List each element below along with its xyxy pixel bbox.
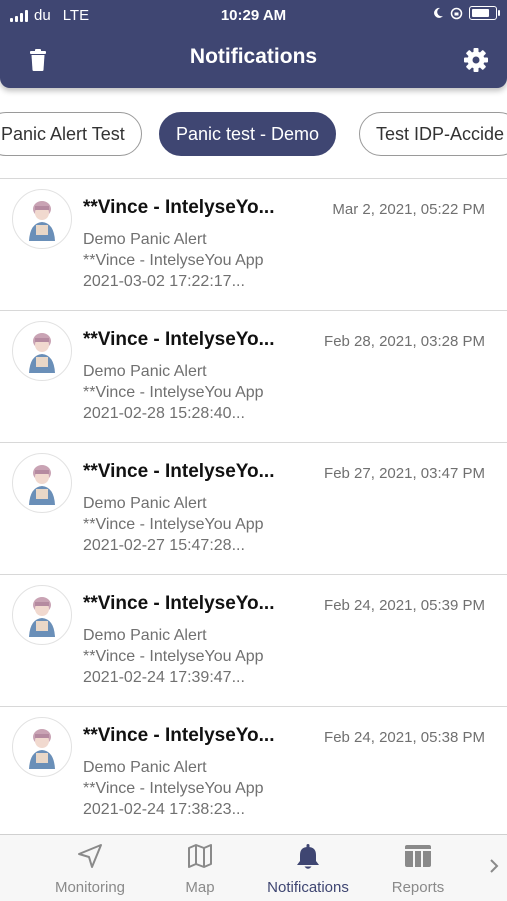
tab-map[interactable]: Map — [160, 835, 240, 901]
chevron-right-icon[interactable] — [487, 857, 501, 875]
notification-item[interactable]: **Vince - IntelyseYo... Feb 28, 2021, 03… — [0, 311, 507, 443]
notification-date: Feb 24, 2021, 05:39 PM — [324, 597, 485, 614]
notification-sender: **Vince - IntelyseYo... — [83, 593, 275, 614]
notification-date: Mar 2, 2021, 05:22 PM — [332, 201, 485, 218]
notification-timestamp: 2021-02-24 17:38:23... — [83, 801, 245, 818]
notification-timestamp: 2021-03-02 17:22:17... — [83, 273, 245, 290]
status-time: 10:29 AM — [220, 7, 287, 24]
user-avatar-icon — [29, 201, 55, 241]
tab-label: Notifications — [267, 879, 349, 896]
avatar — [12, 189, 72, 249]
notification-sender: **Vince - IntelyseYo... — [83, 329, 275, 350]
notification-source: **Vince - IntelyseYou App — [83, 648, 264, 665]
notification-sender: **Vince - IntelyseYo... — [83, 725, 275, 746]
notification-timestamp: 2021-02-28 15:28:40... — [83, 405, 245, 422]
tab-notifications[interactable]: Notifications — [253, 835, 363, 901]
tab-label: Map — [185, 879, 215, 896]
notification-sender: **Vince - IntelyseYo... — [83, 461, 275, 482]
gear-icon[interactable] — [461, 45, 491, 75]
notification-source: **Vince - IntelyseYou App — [83, 252, 264, 269]
tab-monitoring[interactable]: Monitoring — [40, 835, 140, 901]
notification-timestamp: 2021-02-27 15:47:28... — [83, 537, 245, 554]
notification-source: **Vince - IntelyseYou App — [83, 516, 264, 533]
avatar — [12, 321, 72, 381]
battery-icon — [469, 6, 500, 20]
user-avatar-icon — [29, 729, 55, 769]
notification-list: **Vince - IntelyseYo... Mar 2, 2021, 05:… — [0, 178, 507, 835]
orientation-lock-icon — [450, 7, 463, 19]
avatar — [12, 585, 72, 645]
notification-timestamp: 2021-02-24 17:39:47... — [83, 669, 245, 686]
user-avatar-icon — [29, 597, 55, 637]
bell-icon — [297, 844, 319, 869]
filter-chip-panic-test-demo[interactable]: Panic test - Demo — [159, 112, 337, 156]
notification-date: Feb 24, 2021, 05:38 PM — [324, 729, 485, 746]
reports-table-icon — [405, 845, 431, 867]
avatar — [12, 453, 72, 513]
top-bar: du LTE 10:29 AM Notifications — [0, 0, 507, 88]
user-avatar-icon — [29, 333, 55, 373]
notification-title: Demo Panic Alert — [83, 627, 207, 644]
notification-date: Feb 27, 2021, 03:47 PM — [324, 465, 485, 482]
notification-item[interactable]: **Vince - IntelyseYo... Feb 24, 2021, 05… — [0, 707, 507, 835]
avatar — [12, 717, 72, 777]
tab-bar: Monitoring Map Notifications Reports — [0, 834, 507, 901]
notification-title: Demo Panic Alert — [83, 495, 207, 512]
status-bar: du LTE 10:29 AM — [0, 0, 507, 30]
notification-title: Demo Panic Alert — [83, 231, 207, 248]
notification-date: Feb 28, 2021, 03:28 PM — [324, 333, 485, 350]
filter-chip-panic-alert-test[interactable]: Panic Alert Test — [0, 112, 142, 156]
navigation-arrow-icon — [78, 844, 102, 868]
notification-item[interactable]: **Vince - IntelyseYo... Feb 27, 2021, 03… — [0, 443, 507, 575]
tab-reports[interactable]: Reports — [378, 835, 458, 901]
tab-label: Monitoring — [54, 879, 126, 896]
notification-item[interactable]: **Vince - IntelyseYo... Feb 24, 2021, 05… — [0, 575, 507, 707]
notification-item[interactable]: **Vince - IntelyseYo... Mar 2, 2021, 05:… — [0, 179, 507, 311]
filter-chip-test-idp-accident[interactable]: Test IDP-Accide — [359, 112, 507, 156]
tab-label: Reports — [391, 879, 445, 896]
moon-icon — [434, 7, 443, 18]
page-title: Notifications — [189, 45, 318, 68]
notification-source: **Vince - IntelyseYou App — [83, 780, 264, 797]
map-icon — [188, 844, 212, 868]
filter-chips: Panic Alert Test Panic test - Demo Test … — [0, 112, 507, 158]
notification-source: **Vince - IntelyseYou App — [83, 384, 264, 401]
notification-title: Demo Panic Alert — [83, 759, 207, 776]
notification-title: Demo Panic Alert — [83, 363, 207, 380]
user-avatar-icon — [29, 465, 55, 505]
notification-sender: **Vince - IntelyseYo... — [83, 197, 275, 218]
